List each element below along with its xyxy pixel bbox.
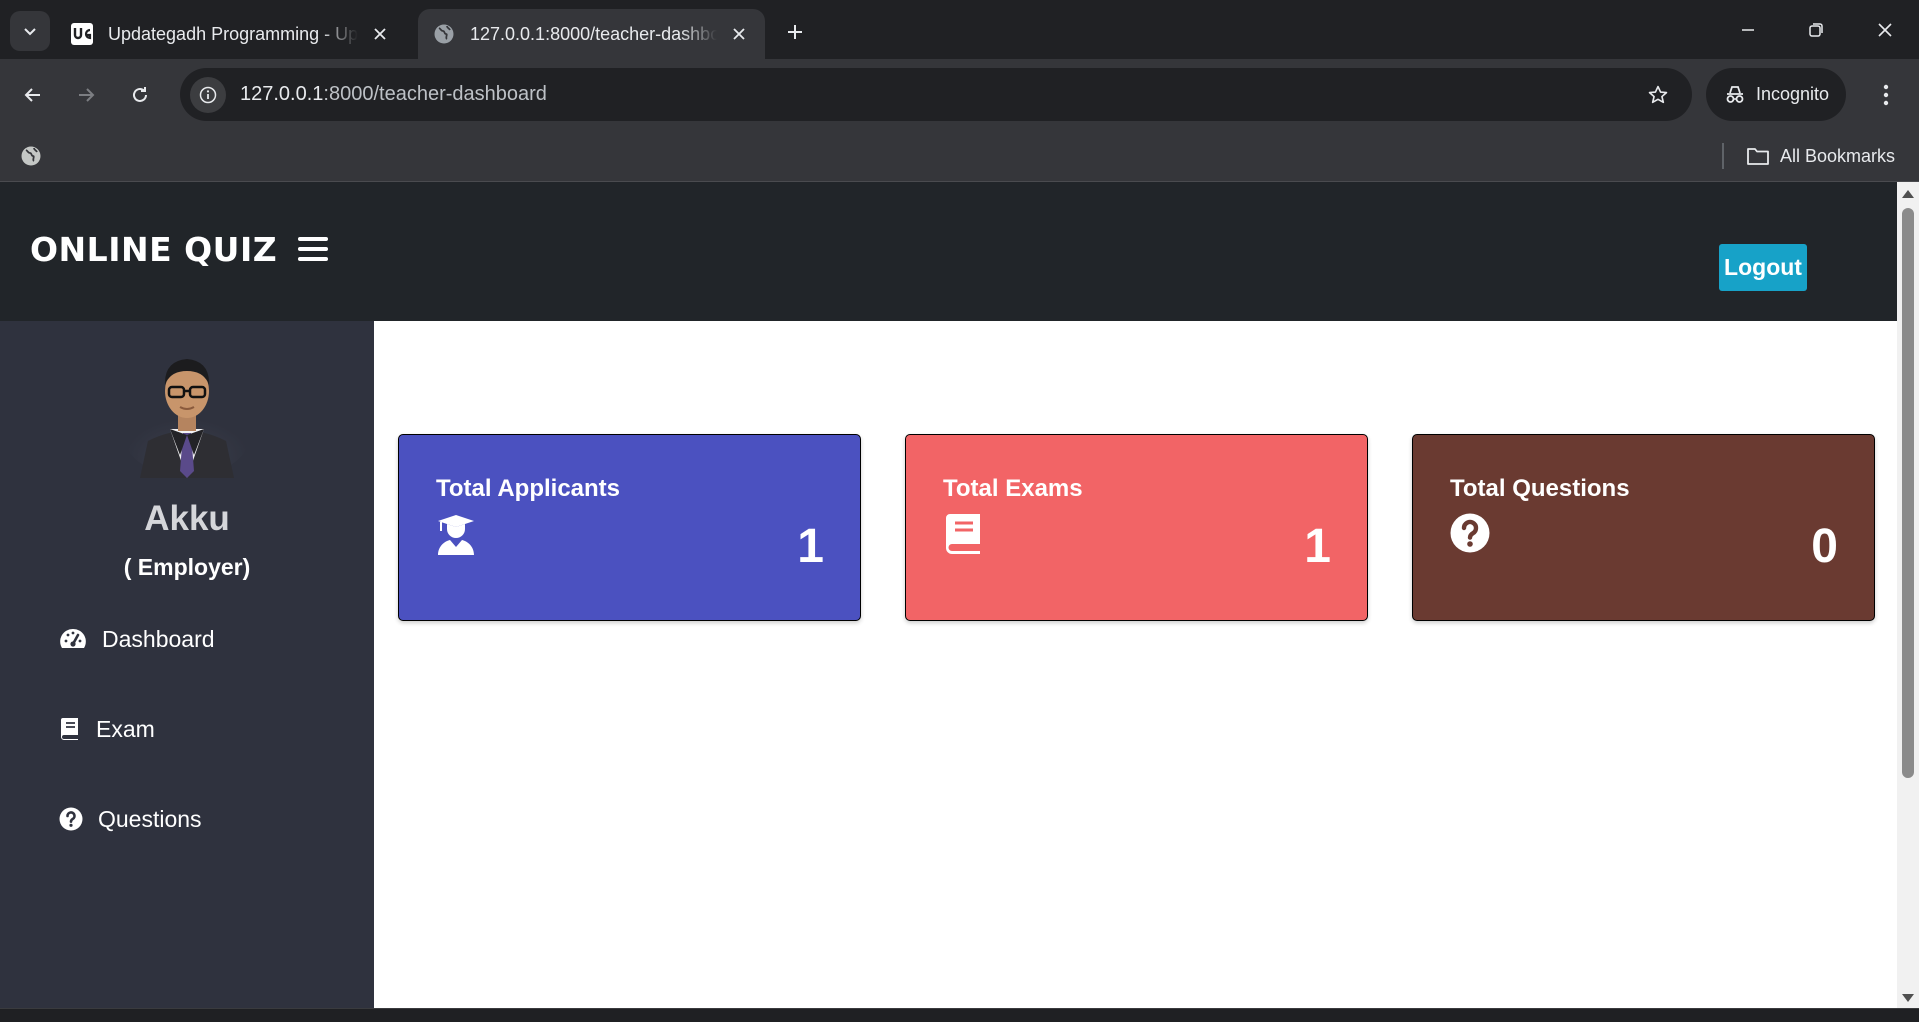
arrow-left-icon xyxy=(24,88,40,102)
tab-title: Updategadh Programming - Up xyxy=(108,23,358,44)
menu-toggle-button[interactable] xyxy=(296,234,330,264)
close-tab-icon[interactable] xyxy=(727,22,751,46)
book-icon xyxy=(58,714,82,744)
brand-title[interactable]: ONLINE QUIZ xyxy=(30,230,277,269)
address-bar[interactable]: 127.0.0.1:8000/teacher-dashboard xyxy=(180,68,1692,121)
tab-title: 127.0.0.1:8000/teacher-dashboard xyxy=(470,23,717,44)
sidebar-item-exam[interactable]: Exam xyxy=(58,711,155,747)
card-total-applicants[interactable]: Total Applicants 1 xyxy=(398,434,861,621)
chevron-down-icon xyxy=(24,28,36,36)
globe-icon xyxy=(432,22,456,46)
scrollbar-thumb[interactable] xyxy=(1902,208,1914,778)
restore-icon xyxy=(1809,23,1823,37)
tab-search-button[interactable] xyxy=(10,11,50,51)
url-text[interactable]: 127.0.0.1:8000/teacher-dashboard xyxy=(240,83,1638,106)
back-button[interactable] xyxy=(13,75,53,115)
hamburger-icon-bar xyxy=(298,247,328,251)
user-role: ( Employer) xyxy=(123,554,251,580)
hamburger-icon-bar xyxy=(298,257,328,261)
sidebar-item-label: Exam xyxy=(96,715,155,742)
sidebar: Akku ( Employer) Dashboard Exam Question… xyxy=(0,321,374,1008)
card-total-questions[interactable]: Total Questions 0 xyxy=(1412,434,1875,621)
logout-button[interactable]: Logout xyxy=(1719,244,1807,291)
browser-tab-strip: Updategadh Programming - Up 127.0.0.1:80… xyxy=(0,0,1919,59)
all-bookmarks-label: All Bookmarks xyxy=(1780,145,1896,166)
os-taskbar-edge xyxy=(0,1008,1919,1022)
close-window-button[interactable] xyxy=(1861,10,1909,50)
tab-teacher-dashboard[interactable]: 127.0.0.1:8000/teacher-dashboard xyxy=(418,9,765,59)
close-icon xyxy=(1878,23,1892,37)
incognito-icon xyxy=(1726,85,1744,103)
bookmarks-bar: All Bookmarks xyxy=(0,131,1919,182)
scroll-down-arrow-icon[interactable] xyxy=(1902,994,1914,1002)
new-tab-button[interactable] xyxy=(777,14,813,50)
question-circle-icon xyxy=(1450,513,1490,553)
url-path: :8000/teacher-dashboard xyxy=(323,83,547,105)
browser-menu-button[interactable] xyxy=(1866,75,1906,115)
card-value: 1 xyxy=(797,520,824,573)
more-vertical-icon xyxy=(1883,84,1889,106)
card-title: Total Exams xyxy=(943,475,1083,502)
sidebar-item-questions[interactable]: Questions xyxy=(58,801,202,837)
folder-icon xyxy=(1747,148,1769,165)
url-host: 127.0.0.1 xyxy=(240,83,324,105)
minimize-button[interactable] xyxy=(1724,10,1772,50)
scroll-up-arrow-icon[interactable] xyxy=(1902,190,1914,198)
card-total-exams[interactable]: Total Exams 1 xyxy=(905,434,1368,621)
globe-icon[interactable] xyxy=(18,143,44,169)
arrow-right-icon xyxy=(79,88,95,102)
close-tab-icon[interactable] xyxy=(368,22,392,46)
page-scrollbar[interactable] xyxy=(1897,182,1919,1008)
card-title: Total Questions xyxy=(1450,475,1630,502)
restore-button[interactable] xyxy=(1792,10,1840,50)
app-navbar: ONLINE QUIZ Logout xyxy=(0,182,1897,321)
hamburger-icon-bar xyxy=(298,237,328,241)
incognito-badge[interactable]: Incognito xyxy=(1706,68,1846,121)
profile-label: Incognito xyxy=(1756,84,1830,104)
forward-button[interactable] xyxy=(66,75,106,115)
user-avatar-icon xyxy=(125,359,249,478)
sidebar-item-label: Questions xyxy=(98,805,202,832)
page-viewport: ONLINE QUIZ Logout Akku ( Employer) Dash… xyxy=(0,182,1897,1008)
card-value: 0 xyxy=(1811,520,1838,573)
question-circle-icon xyxy=(58,804,84,834)
bookmark-star-icon[interactable] xyxy=(1638,75,1678,115)
reload-icon xyxy=(133,87,147,102)
user-name: Akku xyxy=(144,499,230,538)
user-graduate-icon xyxy=(438,515,474,555)
tab-updategadh[interactable]: Updategadh Programming - Up xyxy=(56,9,406,59)
book-icon xyxy=(946,514,980,554)
sidebar-item-dashboard[interactable]: Dashboard xyxy=(58,621,215,657)
card-value: 1 xyxy=(1304,520,1331,573)
updategadh-logo-icon xyxy=(70,22,94,46)
minimize-icon xyxy=(1742,29,1754,31)
browser-toolbar: 127.0.0.1:8000/teacher-dashboard Incogni… xyxy=(0,59,1919,131)
plus-icon xyxy=(788,25,802,39)
reload-button[interactable] xyxy=(120,75,160,115)
bookmarks-separator xyxy=(1722,143,1724,169)
sidebar-item-label: Dashboard xyxy=(102,625,215,652)
all-bookmarks-button[interactable]: All Bookmarks xyxy=(1746,141,1895,171)
card-title: Total Applicants xyxy=(436,475,621,502)
tachometer-icon xyxy=(58,624,88,654)
site-info-icon[interactable] xyxy=(190,76,226,113)
